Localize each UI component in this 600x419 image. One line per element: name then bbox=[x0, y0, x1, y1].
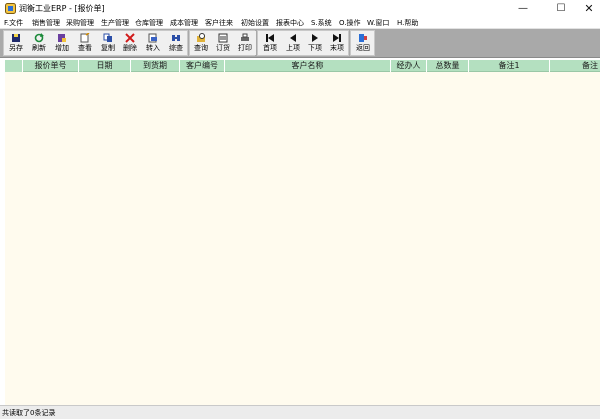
close-icon: ✕ bbox=[584, 2, 594, 15]
refresh-icon bbox=[34, 33, 44, 43]
view-icon bbox=[80, 33, 90, 43]
toolbar: 另存 刷新 增加 查看 复制 删除 转入 综查 查询 订货 打印 首项 上项 下… bbox=[0, 29, 600, 58]
last-record-icon bbox=[333, 34, 341, 42]
query-label: 查询 bbox=[194, 44, 208, 52]
column-header-total-qty[interactable]: 总数量 bbox=[427, 60, 469, 72]
column-header-customer-id[interactable]: 客户编号 bbox=[180, 60, 225, 72]
search-all-label: 综查 bbox=[169, 44, 183, 52]
copy-button[interactable]: 复制 bbox=[97, 31, 119, 55]
maximize-button[interactable]: ☐ bbox=[546, 0, 576, 17]
add-icon bbox=[58, 34, 66, 42]
return-button[interactable]: 返回 bbox=[352, 31, 374, 55]
column-header-customer-name[interactable]: 客户名称 bbox=[225, 60, 391, 72]
menu-operation[interactable]: O.操作 bbox=[339, 18, 360, 28]
return-label: 返回 bbox=[356, 44, 370, 52]
first-record-label: 首项 bbox=[263, 44, 277, 52]
previous-record-label: 上项 bbox=[286, 44, 300, 52]
column-header-date[interactable]: 日期 bbox=[79, 60, 131, 72]
record-count-text: 共读取了0条记录 bbox=[2, 409, 56, 417]
menu-purchase[interactable]: 采购管理 bbox=[66, 18, 94, 28]
menu-cost[interactable]: 成本管理 bbox=[170, 18, 198, 28]
view-button[interactable]: 查看 bbox=[74, 31, 96, 55]
last-record-label: 末项 bbox=[330, 44, 344, 52]
search-all-icon bbox=[172, 35, 180, 41]
minimize-icon: — bbox=[518, 3, 528, 14]
column-header-remark-1[interactable]: 备注1 bbox=[469, 60, 550, 72]
menu-reports[interactable]: 报表中心 bbox=[276, 18, 304, 28]
print-icon bbox=[241, 33, 249, 41]
window-title: 润衡工业ERP - [报价单] bbox=[19, 4, 105, 13]
save-as-button[interactable]: 另存 bbox=[5, 31, 27, 55]
import-icon bbox=[148, 33, 157, 43]
menu-file[interactable]: F.文件 bbox=[4, 18, 23, 28]
search-all-button[interactable]: 综查 bbox=[165, 31, 187, 55]
order-label: 订货 bbox=[216, 44, 230, 52]
menu-help[interactable]: H.帮助 bbox=[397, 18, 418, 28]
delete-label: 删除 bbox=[123, 44, 137, 52]
previous-record-button[interactable]: 上项 bbox=[282, 31, 304, 55]
app-icon bbox=[5, 3, 16, 14]
order-button[interactable]: 订货 bbox=[212, 31, 234, 55]
menu-initial-settings[interactable]: 初始设置 bbox=[241, 18, 269, 28]
grid-header-row: 报价单号 日期 到货期 客户编号 客户名称 经办人 总数量 备注1 备注 bbox=[5, 60, 600, 72]
delete-button[interactable]: 删除 bbox=[119, 31, 141, 55]
menu-warehouse[interactable]: 仓库管理 bbox=[135, 18, 163, 28]
return-icon bbox=[359, 34, 367, 42]
print-button[interactable]: 打印 bbox=[234, 31, 256, 55]
data-grid[interactable]: 报价单号 日期 到货期 客户编号 客户名称 经办人 总数量 备注1 备注 bbox=[5, 60, 600, 405]
menu-customer[interactable]: 客户往来 bbox=[205, 18, 233, 28]
next-record-button[interactable]: 下项 bbox=[304, 31, 326, 55]
copy-label: 复制 bbox=[101, 44, 115, 52]
close-button[interactable]: ✕ bbox=[574, 0, 600, 17]
import-button[interactable]: 转入 bbox=[142, 31, 164, 55]
column-header-quote-no[interactable]: 报价单号 bbox=[23, 60, 79, 72]
order-icon bbox=[218, 33, 228, 43]
menu-bar: F.文件 销售管理 采购管理 生产管理 仓库管理 成本管理 客户往来 初始设置 … bbox=[0, 17, 600, 29]
delete-icon bbox=[125, 33, 135, 43]
status-bar: 共读取了0条记录 bbox=[0, 405, 600, 419]
query-button[interactable]: 查询 bbox=[190, 31, 212, 55]
column-header-handler[interactable]: 经办人 bbox=[391, 60, 427, 72]
menu-window[interactable]: W.窗口 bbox=[367, 18, 389, 28]
column-header-delivery-date[interactable]: 到货期 bbox=[131, 60, 180, 72]
column-header-remark[interactable]: 备注 bbox=[550, 60, 600, 72]
import-label: 转入 bbox=[146, 44, 160, 52]
refresh-button[interactable]: 刷新 bbox=[28, 31, 50, 55]
next-record-icon bbox=[312, 34, 318, 42]
maximize-icon: ☐ bbox=[556, 3, 566, 14]
row-indicator-header bbox=[5, 60, 23, 72]
previous-record-icon bbox=[290, 34, 296, 42]
next-record-label: 下项 bbox=[308, 44, 322, 52]
copy-icon bbox=[103, 33, 112, 42]
print-label: 打印 bbox=[238, 44, 252, 52]
first-record-icon bbox=[266, 34, 274, 42]
add-label: 增加 bbox=[55, 44, 69, 52]
menu-production[interactable]: 生产管理 bbox=[101, 18, 129, 28]
save-as-icon bbox=[12, 34, 20, 42]
first-record-button[interactable]: 首项 bbox=[259, 31, 281, 55]
menu-system[interactable]: S.系统 bbox=[311, 18, 332, 28]
add-button[interactable]: 增加 bbox=[51, 31, 73, 55]
minimize-button[interactable]: — bbox=[508, 0, 538, 17]
save-as-label: 另存 bbox=[9, 44, 23, 52]
last-record-button[interactable]: 末项 bbox=[326, 31, 348, 55]
query-icon bbox=[197, 33, 205, 42]
menu-sales[interactable]: 销售管理 bbox=[32, 18, 60, 28]
title-bar: 润衡工业ERP - [报价单] — ☐ ✕ bbox=[0, 0, 600, 17]
refresh-label: 刷新 bbox=[32, 44, 46, 52]
view-label: 查看 bbox=[78, 44, 92, 52]
